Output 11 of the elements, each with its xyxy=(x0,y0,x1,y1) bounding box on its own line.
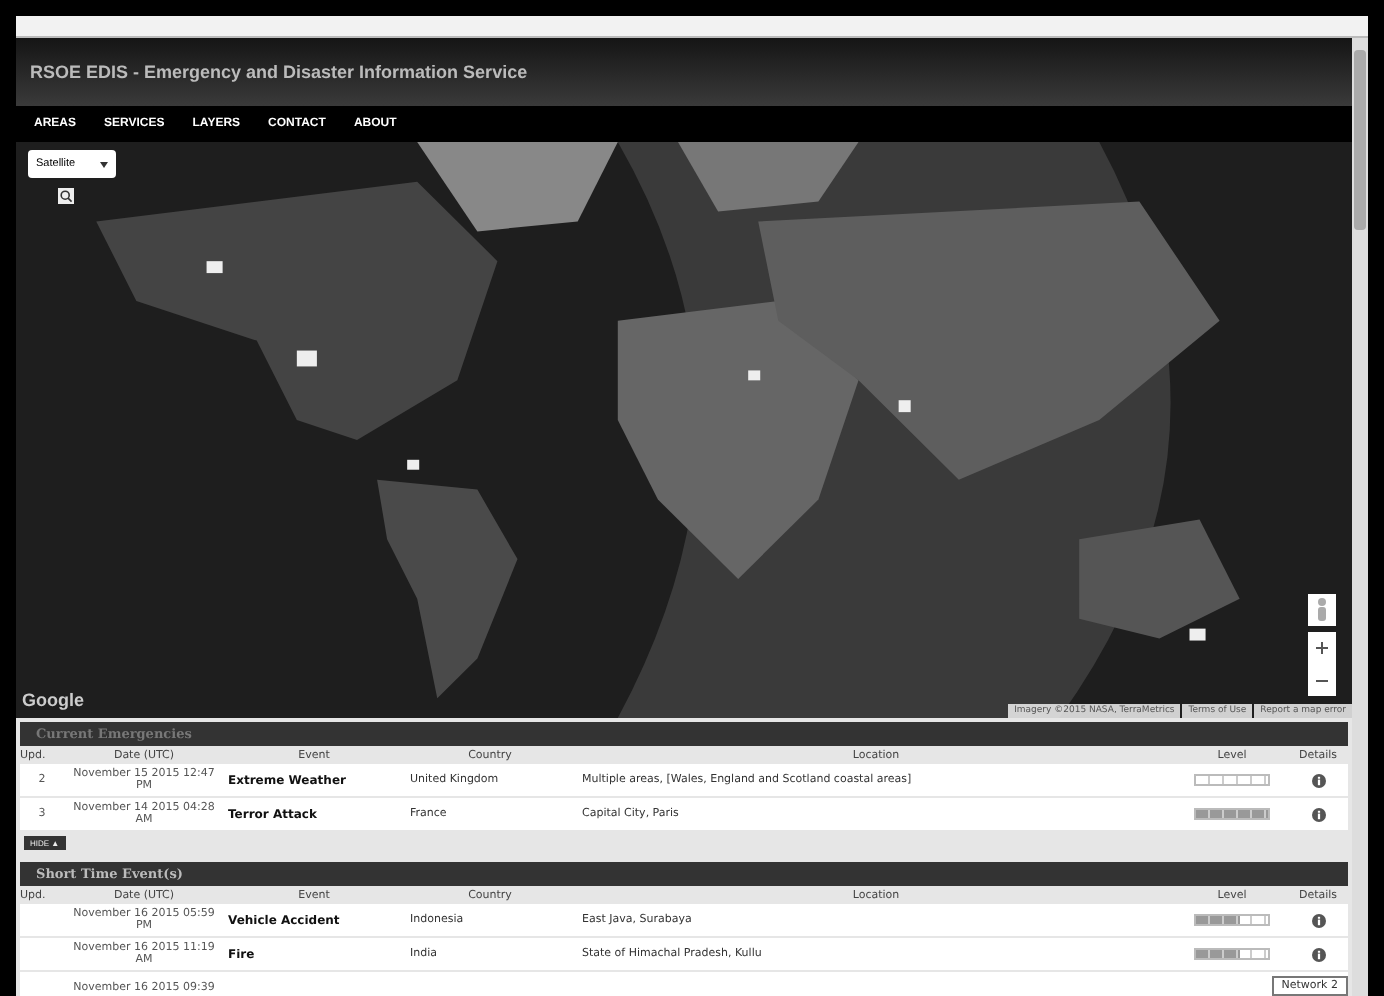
info-icon[interactable] xyxy=(1311,773,1325,787)
map-logo: Google xyxy=(22,690,84,710)
info-icon[interactable] xyxy=(1311,807,1325,821)
info-icon[interactable] xyxy=(1311,947,1325,961)
plus-icon xyxy=(1316,642,1328,654)
info-icon[interactable] xyxy=(1311,913,1325,927)
minus-icon xyxy=(1316,679,1328,681)
caret-icon xyxy=(100,161,108,167)
site-title: RSOE EDIS - Emergency and Disaster Information Service xyxy=(30,62,528,82)
scrollbar[interactable] xyxy=(1352,38,1368,996)
search-icon[interactable] xyxy=(58,188,74,204)
